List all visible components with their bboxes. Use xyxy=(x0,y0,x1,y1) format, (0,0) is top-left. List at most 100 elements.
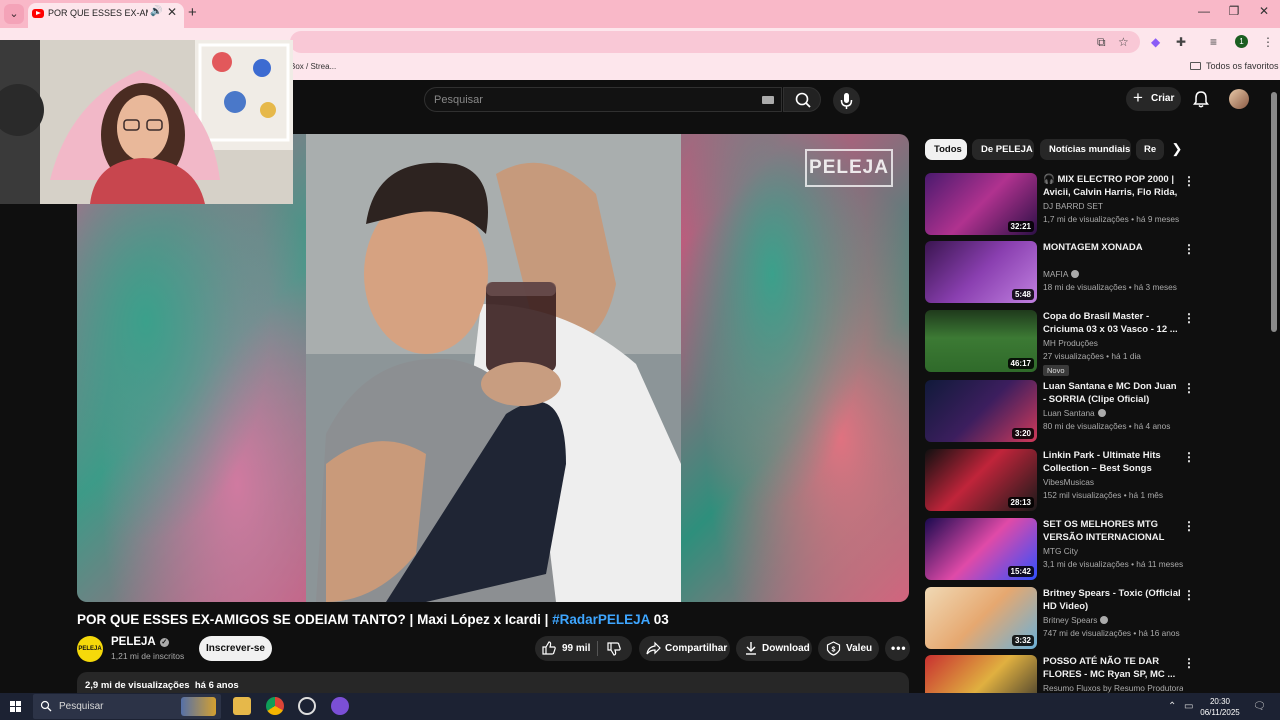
video-title[interactable]: Copa do Brasil Master - Criciuma 03 x 03… xyxy=(1043,310,1181,336)
video-player[interactable]: PELEJA xyxy=(77,134,909,602)
channel-name[interactable]: MH Produções xyxy=(1043,338,1183,348)
more-actions-button[interactable]: ••• xyxy=(885,636,910,661)
more-vert-icon[interactable]: ⋮ xyxy=(1183,451,1195,463)
channel-name[interactable]: Resumo Fluxos by Resumo Produtora xyxy=(1043,683,1183,693)
extensions-icon[interactable]: ✚ xyxy=(1176,35,1186,49)
bookmark-item[interactable]: Box / Strea... xyxy=(290,62,336,71)
video-thumbnail[interactable]: 46:17 xyxy=(925,310,1037,372)
chip-partial[interactable]: Re xyxy=(1136,139,1164,160)
recommended-video[interactable]: 3:32 Britney Spears - Toxic (Official HD … xyxy=(925,587,1195,651)
chip-all[interactable]: Todos xyxy=(925,139,967,160)
file-explorer-icon[interactable] xyxy=(233,697,251,715)
taskbar-search[interactable]: Pesquisar xyxy=(33,694,221,719)
video-thumbnail[interactable]: 3:20 xyxy=(925,380,1037,442)
minimize-button[interactable]: — xyxy=(1192,4,1216,22)
subscribe-button[interactable]: Inscrever-se xyxy=(199,636,272,661)
extension-copilot-icon[interactable]: ◆ xyxy=(1151,35,1160,49)
speaker-icon[interactable]: 🔊 xyxy=(150,6,162,17)
chevron-up-icon[interactable]: ⌃ xyxy=(1168,701,1176,712)
recommended-video[interactable]: 5:48 MONTAGEM XONADA MAFIA 18 mi de visuali… xyxy=(925,241,1195,305)
channel-name[interactable]: MTG City xyxy=(1043,546,1183,556)
more-vert-icon[interactable]: ⋮ xyxy=(1183,175,1195,187)
channel-name[interactable]: VibesMusicas xyxy=(1043,477,1183,487)
system-clock[interactable]: 20:30 06/11/2025 xyxy=(1200,696,1240,718)
video-title[interactable]: Britney Spears - Toxic (Official HD Vide… xyxy=(1043,587,1181,613)
channel-avatar[interactable]: PELEJA xyxy=(77,636,103,662)
profile-icon[interactable]: 1 xyxy=(1235,35,1248,48)
search-icon xyxy=(40,700,52,712)
chrome-icon[interactable] xyxy=(266,697,284,715)
page-scrollbar[interactable] xyxy=(1271,92,1277,332)
more-vert-icon[interactable]: ⋮ xyxy=(1183,312,1195,324)
channel-name[interactable]: MAFIA xyxy=(1043,269,1183,279)
create-button[interactable]: + Criar xyxy=(1126,87,1181,111)
more-vert-icon[interactable]: ⋮ xyxy=(1183,657,1195,669)
search-input[interactable] xyxy=(434,92,734,108)
plus-icon: + xyxy=(1133,88,1143,107)
video-title[interactable]: 🎧 MIX ELECTRO POP 2000 | Avicii, Calvin … xyxy=(1043,173,1181,199)
video-title[interactable]: Luan Santana e MC Don Juan - SORRIA (Cli… xyxy=(1043,380,1181,406)
keyboard-icon[interactable] xyxy=(762,96,774,104)
hashtag-link[interactable]: #RadarPELEJA xyxy=(552,612,650,627)
recommended-video[interactable]: 3:20 Luan Santana e MC Don Juan - SORRIA … xyxy=(925,380,1195,444)
like-button[interactable]: 99 mil xyxy=(535,636,597,661)
video-thumbnail[interactable]: 5:48 xyxy=(925,241,1037,303)
voice-search-button[interactable] xyxy=(833,87,860,114)
video-blur-background xyxy=(681,134,909,602)
chevron-right-icon[interactable]: ❯ xyxy=(1167,141,1187,159)
video-thumbnail[interactable]: 32:21 xyxy=(925,173,1037,235)
notification-center-icon[interactable]: 🗨 xyxy=(1253,701,1266,712)
more-vert-icon[interactable]: ⋮ xyxy=(1183,243,1195,255)
bookmark-star-icon[interactable]: ☆ xyxy=(1118,35,1129,49)
share-button[interactable]: Compartilhar xyxy=(639,636,730,661)
browser-tab-strip: ⌄ POR QUE ESSES EX-AMIGOS SE ODEIAM TANT… xyxy=(0,0,1280,28)
more-vert-icon[interactable]: ⋮ xyxy=(1183,589,1195,601)
notifications-button[interactable] xyxy=(1191,89,1211,109)
video-title[interactable]: SET OS MELHORES MTG VERSÃO INTERNACIONAL… xyxy=(1043,518,1181,544)
download-button[interactable]: Download xyxy=(736,636,812,661)
recommended-video[interactable]: 46:17 Copa do Brasil Master - Criciuma 03… xyxy=(925,310,1195,376)
video-thumbnail[interactable]: 28:13 xyxy=(925,449,1037,511)
search-button[interactable] xyxy=(783,87,821,112)
more-vert-icon[interactable]: ⋮ xyxy=(1183,382,1195,394)
obs-studio-icon[interactable] xyxy=(298,697,316,715)
recommended-video[interactable]: 15:42 SET OS MELHORES MTG VERSÃO INTERNAC… xyxy=(925,518,1195,582)
restore-button[interactable]: ❐ xyxy=(1222,4,1246,22)
channel-name[interactable]: Britney Spears xyxy=(1043,615,1183,625)
install-app-icon[interactable]: ⧉ xyxy=(1097,35,1106,50)
video-title[interactable]: MONTAGEM XONADA xyxy=(1043,241,1181,254)
video-title[interactable]: POSSO ATÉ NÃO TE DAR FLORES - MC Ryan SP… xyxy=(1043,655,1181,681)
browser-menu-icon[interactable]: ⋮ xyxy=(1262,35,1274,49)
verified-icon: ✓ xyxy=(159,638,169,647)
subscriber-count: 1,21 mi de inscritos xyxy=(111,651,185,661)
channel-name-text: MAFIA xyxy=(1043,269,1069,279)
video-meta: 1,7 mi de visualizações • há 9 meses xyxy=(1043,214,1180,224)
channel-name[interactable]: Luan Santana xyxy=(1043,408,1183,418)
chip-world-news[interactable]: Notícias mundiais xyxy=(1040,139,1131,160)
windows-start-icon[interactable] xyxy=(10,701,22,713)
thanks-button[interactable]: $ Valeu xyxy=(818,636,879,661)
channel-name[interactable]: DJ BARRD SET xyxy=(1043,201,1183,211)
chip-from-peleja[interactable]: De PELEJA xyxy=(972,139,1034,160)
duration-badge: 3:20 xyxy=(1011,428,1034,439)
dislike-button[interactable] xyxy=(598,636,632,661)
network-icon[interactable]: ▭ xyxy=(1184,701,1193,712)
recommended-video[interactable]: 28:13 Linkin Park - Ultimate Hits Collect… xyxy=(925,449,1195,513)
address-bar[interactable] xyxy=(290,31,1140,53)
all-bookmarks-button[interactable]: Todos os favoritos xyxy=(1190,61,1279,71)
account-avatar[interactable] xyxy=(1229,89,1249,109)
media-controls-icon[interactable]: ≡ xyxy=(1210,35,1217,49)
new-tab-button[interactable]: + xyxy=(188,4,197,21)
tab-close-icon[interactable]: ✕ xyxy=(167,5,177,19)
active-tab[interactable]: POR QUE ESSES EX-AMIGOS SE ODEIAM TANTO?… xyxy=(28,3,184,28)
close-window-button[interactable]: ✕ xyxy=(1252,4,1276,22)
tab-search-button[interactable]: ⌄ xyxy=(4,4,24,24)
recommended-video[interactable]: 32:21 🎧 MIX ELECTRO POP 2000 | Avicii, Ca… xyxy=(925,173,1195,237)
video-thumbnail[interactable]: 15:42 xyxy=(925,518,1037,580)
video-thumbnail[interactable]: 3:32 xyxy=(925,587,1037,649)
more-vert-icon[interactable]: ⋮ xyxy=(1183,520,1195,532)
app-icon[interactable] xyxy=(331,697,349,715)
channel-name-link[interactable]: PELEJA ✓ xyxy=(111,636,169,648)
super-thanks-icon: $ xyxy=(826,641,841,656)
video-title[interactable]: Linkin Park - Ultimate Hits Collection –… xyxy=(1043,449,1181,475)
